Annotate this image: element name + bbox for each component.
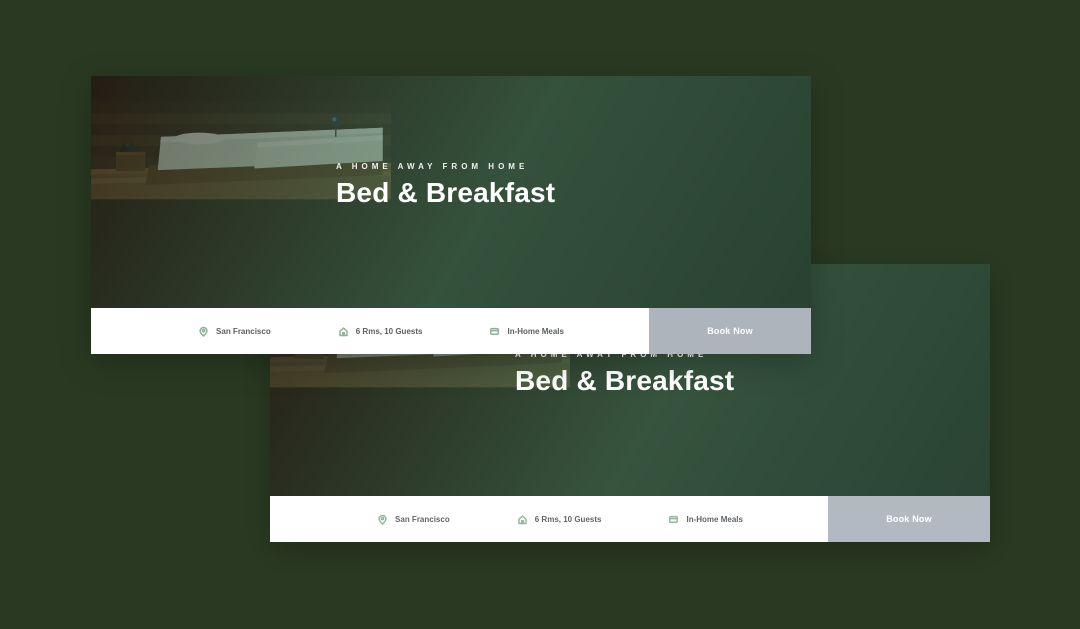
meta-location: San Francisco <box>377 514 450 525</box>
meals-icon <box>489 326 500 337</box>
meta-meals: In-Home Meals <box>489 326 563 337</box>
meta-capacity-label: 6 Rms, 10 Guests <box>356 327 423 336</box>
meta-meals-label: In-Home Meals <box>507 327 563 336</box>
meta-meals: In-Home Meals <box>668 514 742 525</box>
pin-icon <box>377 514 388 525</box>
info-bar-meta: San Francisco 6 Rms, 10 Guests In-Home M… <box>270 496 828 542</box>
meta-location: San Francisco <box>198 326 271 337</box>
info-bar: San Francisco 6 Rms, 10 Guests In-Home M… <box>91 308 811 354</box>
meta-meals-label: In-Home Meals <box>686 515 742 524</box>
book-now-label: Book Now <box>886 514 932 524</box>
meta-capacity-label: 6 Rms, 10 Guests <box>535 515 602 524</box>
hero-banner: A HOME AWAY FROM HOME Bed & Breakfast <box>91 76 811 308</box>
hero-title: Bed & Breakfast <box>515 365 734 397</box>
house-icon <box>338 326 349 337</box>
house-icon <box>517 514 528 525</box>
meta-location-label: San Francisco <box>216 327 271 336</box>
book-now-button[interactable]: Book Now <box>649 308 811 354</box>
meta-capacity: 6 Rms, 10 Guests <box>517 514 602 525</box>
pin-icon <box>198 326 209 337</box>
book-now-button[interactable]: Book Now <box>828 496 990 542</box>
meals-icon <box>668 514 679 525</box>
book-now-label: Book Now <box>707 326 753 336</box>
info-bar-meta: San Francisco 6 Rms, 10 Guests In-Home M… <box>91 308 649 354</box>
hero-card: A HOME AWAY FROM HOME Bed & Breakfast Sa… <box>91 76 811 354</box>
info-bar: San Francisco 6 Rms, 10 Guests In-Home M… <box>270 496 990 542</box>
meta-location-label: San Francisco <box>395 515 450 524</box>
meta-capacity: 6 Rms, 10 Guests <box>338 326 423 337</box>
hero-title: Bed & Breakfast <box>336 177 555 209</box>
hero-pretitle: A HOME AWAY FROM HOME <box>336 162 555 171</box>
